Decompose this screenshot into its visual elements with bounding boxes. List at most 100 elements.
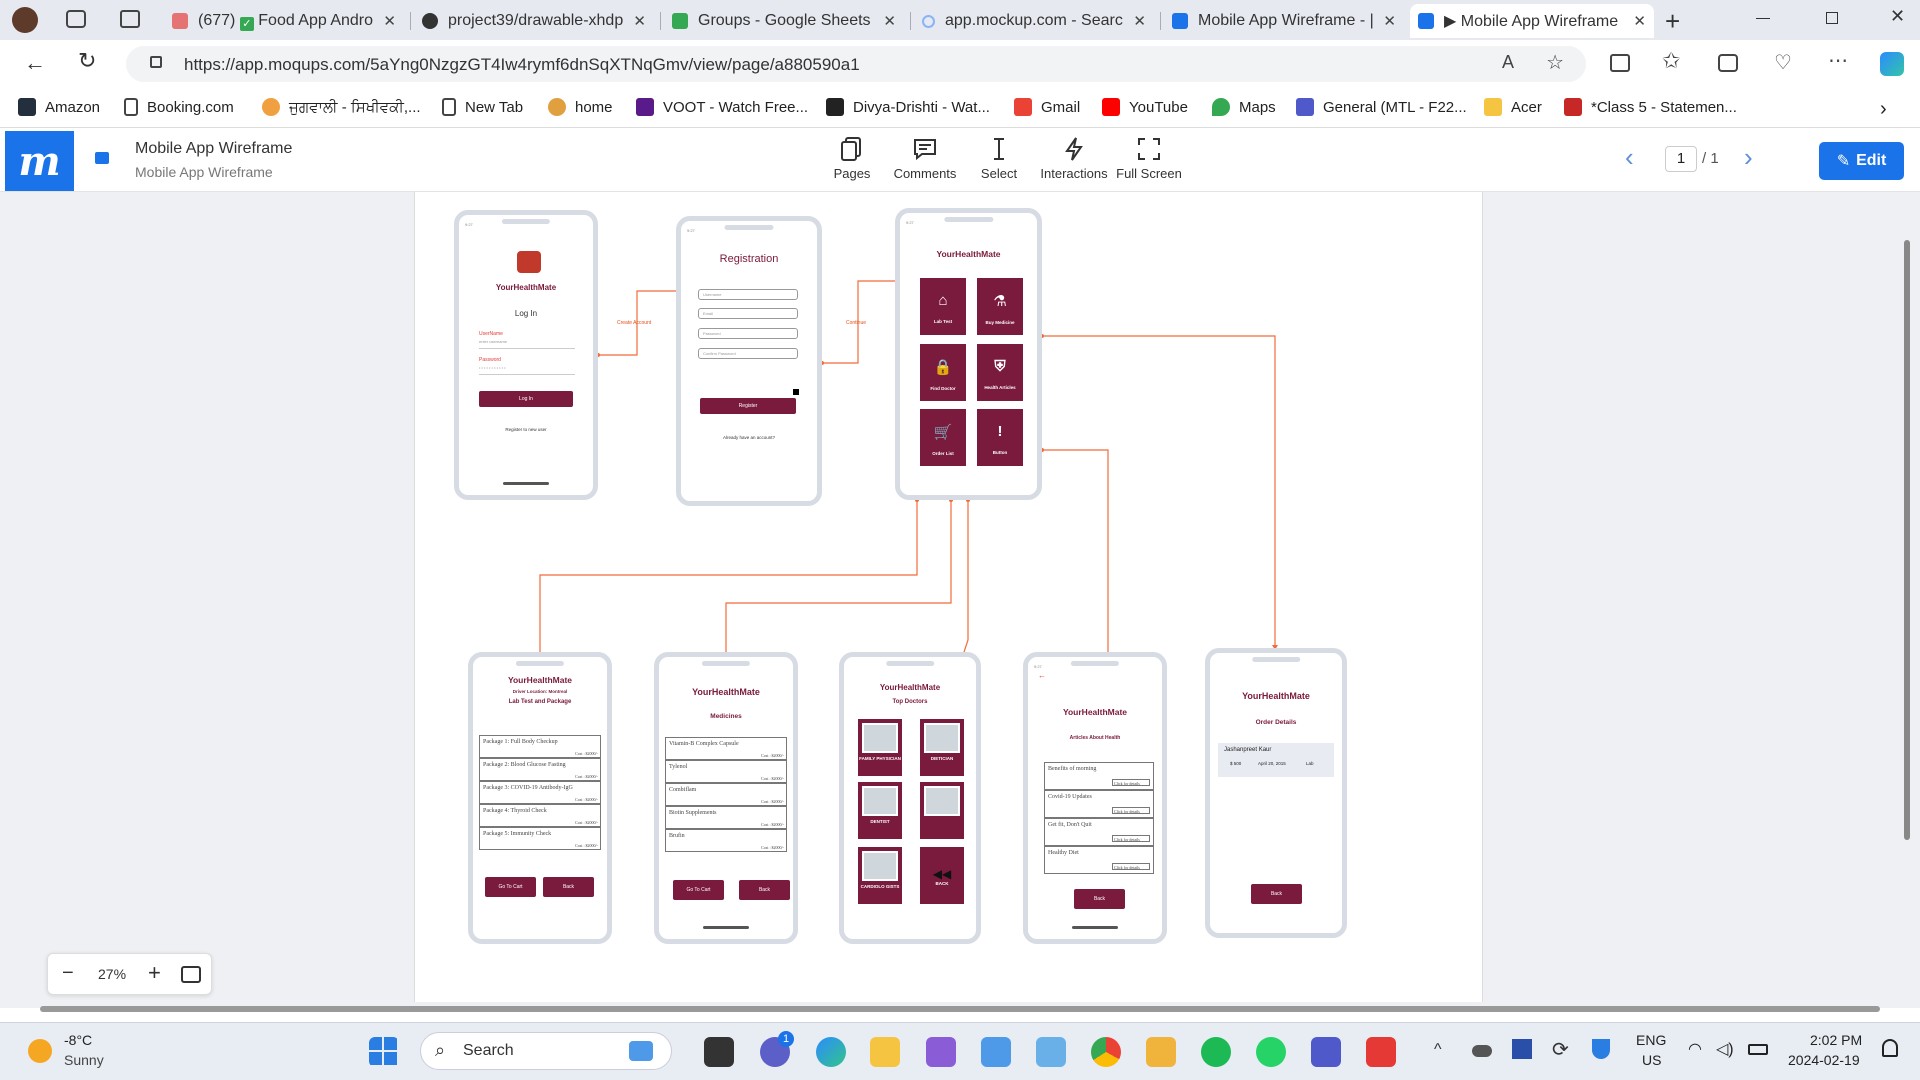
back-arrow-icon[interactable]: ←: [1038, 671, 1046, 680]
login-link[interactable]: Already have an account?: [681, 435, 817, 440]
bookmark-new-tab[interactable]: New Tab: [442, 98, 523, 116]
tab-moqups-active[interactable]: ▶ Mobile App Wireframe ✕: [1410, 4, 1654, 38]
full-screen-button[interactable]: Full Screen: [1114, 136, 1184, 181]
tab-search[interactable]: app.mockup.com - Searc ✕: [914, 4, 1154, 38]
select-button[interactable]: Select: [964, 136, 1034, 181]
bookmark-voot[interactable]: VOOT - Watch Free...: [636, 98, 808, 116]
whatsapp-icon[interactable]: [1256, 1037, 1286, 1067]
close-tab-icon[interactable]: ✕: [633, 12, 646, 30]
restore-icon[interactable]: [1826, 12, 1838, 24]
tab-moqups-1[interactable]: Mobile App Wireframe - | ✕: [1164, 4, 1404, 38]
password-field[interactable]: Password: [698, 328, 798, 339]
password-input[interactable]: • • • • • • • • • • •: [479, 365, 575, 375]
acrobat-icon[interactable]: [1366, 1037, 1396, 1067]
tile-health-articles[interactable]: ⛨ Health Articles: [977, 344, 1023, 401]
task-view-icon[interactable]: [704, 1037, 734, 1067]
teams-icon[interactable]: [1311, 1037, 1341, 1067]
bookmark-sikhiwiki[interactable]: ਜੁਗਵਾਲੀ - ਸਿਖੀਵਕੀ,...: [262, 98, 421, 116]
close-tab-icon[interactable]: ✕: [883, 12, 896, 30]
register-link[interactable]: Register to new user: [459, 427, 593, 432]
zoom-in-icon[interactable]: +: [148, 960, 161, 986]
order-card[interactable]: Jashanpreet Kaur $ 500 April 20, 2015 La…: [1218, 743, 1334, 777]
register-button[interactable]: Register: [700, 398, 796, 414]
vertical-scrollbar[interactable]: [1904, 240, 1910, 840]
bookmark-acer[interactable]: Acer: [1484, 98, 1542, 116]
health-icon[interactable]: ♡: [1774, 50, 1792, 75]
weather-sun-icon[interactable]: [28, 1039, 52, 1063]
details-button[interactable]: Click for details: [1112, 863, 1150, 870]
zoom-out-icon[interactable]: −: [62, 962, 74, 985]
doctor-tile-dietician[interactable]: DIETICIAN: [920, 719, 964, 776]
onedrive-icon[interactable]: [1472, 1045, 1492, 1057]
interactions-button[interactable]: Interactions: [1039, 136, 1109, 181]
back-button[interactable]: Back: [1074, 889, 1125, 909]
bookmark-maps[interactable]: Maps: [1212, 98, 1276, 116]
article-row[interactable]: Benefits of morning Click for details: [1044, 762, 1154, 790]
url-field[interactable]: https://app.moqups.com/5aYng0NzgzGT4Iw4r…: [126, 46, 1586, 82]
language[interactable]: ENG: [1636, 1032, 1666, 1048]
lock-icon[interactable]: [95, 152, 109, 164]
tab-actions-icon[interactable]: [120, 10, 140, 28]
file-explorer-icon[interactable]: [870, 1037, 900, 1067]
doctor-tile-back[interactable]: ◀◀ BACK: [920, 847, 964, 904]
username-field[interactable]: Username: [698, 289, 798, 300]
medicine-row[interactable]: Vitamin-B Complex Capsule Cost : $2000/-: [665, 737, 787, 760]
confirm-password-field[interactable]: Confirm Password: [698, 348, 798, 359]
next-page-icon[interactable]: ›: [1744, 142, 1753, 173]
close-tab-icon[interactable]: ✕: [1383, 12, 1396, 30]
tile-lab-test[interactable]: ⌂ Lab Test: [920, 278, 966, 335]
tab-food-app[interactable]: (677) ✓ Food App Andro ✕: [164, 4, 404, 38]
start-windows-icon[interactable]: [369, 1037, 399, 1067]
bookmark-divya-drishti[interactable]: Divya-Drishti - Wat...: [826, 98, 990, 116]
close-tab-icon[interactable]: ✕: [1633, 12, 1646, 30]
doctor-tile-surgeon[interactable]: [920, 782, 964, 839]
more-menu-icon[interactable]: ⋯: [1828, 48, 1848, 73]
new-tab-icon[interactable]: +: [1665, 6, 1680, 37]
article-row[interactable]: Healthy Diet Click for details: [1044, 846, 1154, 874]
article-row[interactable]: Get fit, Don't Quit Click for details: [1044, 818, 1154, 846]
medicine-row[interactable]: Brufin Cost : $2000/-: [665, 829, 787, 852]
edge-icon[interactable]: [816, 1037, 846, 1067]
font-icon[interactable]: [1512, 1039, 1532, 1059]
back-button[interactable]: Back: [543, 877, 594, 897]
split-screen-icon[interactable]: [1610, 54, 1630, 72]
workspaces-icon[interactable]: [66, 10, 86, 28]
close-window-icon[interactable]: ✕: [1890, 6, 1905, 27]
edit-button[interactable]: ✎ Edit: [1819, 142, 1904, 180]
sync-icon[interactable]: ⟳: [1552, 1037, 1569, 1062]
close-tab-icon[interactable]: ✕: [1133, 12, 1146, 30]
lab-row[interactable]: Package 1: Full Body Checkup Cost : $2000…: [479, 735, 601, 758]
read-aloud-icon[interactable]: A: [1502, 52, 1514, 73]
favorites-icon[interactable]: ✩: [1662, 48, 1680, 74]
medicine-row[interactable]: Biotin Supplements Cost : $2000/-: [665, 806, 787, 829]
prev-page-icon[interactable]: ‹: [1625, 142, 1634, 173]
go-to-cart-button[interactable]: Go To Cart: [673, 880, 724, 900]
chrome-icon[interactable]: [1091, 1037, 1121, 1067]
copilot-icon[interactable]: [1880, 52, 1904, 76]
lab-row[interactable]: Package 4: Thyroid Check Cost : $2000/-: [479, 804, 601, 827]
profile-avatar[interactable]: [12, 7, 38, 33]
tile-find-doctor[interactable]: 🔒 Find Doctor: [920, 344, 966, 401]
spotify-icon[interactable]: [1201, 1037, 1231, 1067]
tab-github[interactable]: project39/drawable-xhdp ✕: [414, 4, 654, 38]
details-button[interactable]: Click for details: [1112, 779, 1150, 786]
go-to-cart-button[interactable]: Go To Cart: [485, 877, 536, 897]
bookmark-youtube[interactable]: YouTube: [1102, 98, 1188, 116]
details-button[interactable]: Click for details: [1112, 835, 1150, 842]
visual-studio-icon[interactable]: [926, 1037, 956, 1067]
bookmark-amazon[interactable]: Amazon: [18, 98, 100, 116]
close-tab-icon[interactable]: ✕: [383, 12, 396, 30]
bookmarks-overflow-icon[interactable]: ›: [1880, 98, 1887, 121]
username-input[interactable]: enter username: [479, 339, 575, 349]
bookmark-booking[interactable]: Booking.com: [124, 98, 234, 116]
favorite-star-icon[interactable]: ☆: [1546, 50, 1564, 75]
volume-icon[interactable]: ◁): [1716, 1039, 1734, 1059]
medicine-row[interactable]: Tylenol Cost : $2000/-: [665, 760, 787, 783]
horizontal-scrollbar[interactable]: [40, 1006, 1880, 1012]
tray-overflow-icon[interactable]: ^: [1434, 1041, 1442, 1059]
article-row[interactable]: Covid-19 Updates Click for details: [1044, 790, 1154, 818]
back-button[interactable]: Back: [1251, 884, 1302, 904]
medicine-row[interactable]: Combiflam Cost : $2000/-: [665, 783, 787, 806]
battery-icon[interactable]: [1748, 1044, 1768, 1055]
email-field[interactable]: Email: [698, 308, 798, 319]
